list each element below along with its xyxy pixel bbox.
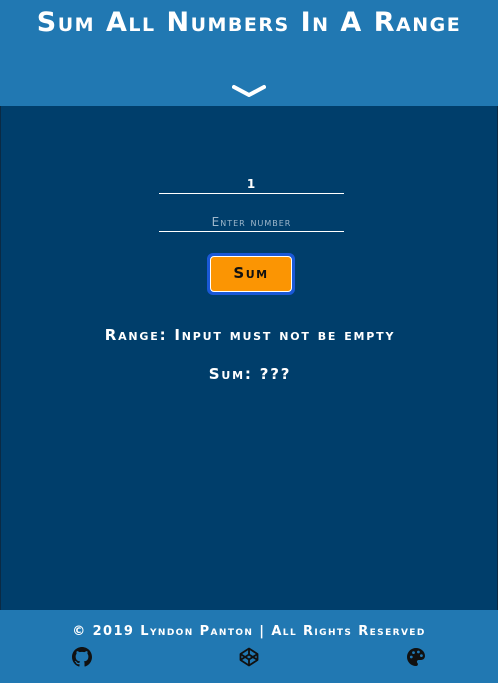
calculator-panel: Sum Range: Input must not be empty Sum: … (0, 106, 498, 610)
github-icon[interactable] (72, 647, 92, 667)
page-header: Sum All Numbers In A Range (0, 0, 498, 106)
sum-button[interactable]: Sum (207, 253, 295, 295)
sum-button-label: Sum (210, 256, 292, 292)
sum-result-text: Sum: ??? (208, 365, 292, 383)
page-title: Sum All Numbers In A Range (36, 7, 462, 38)
copyright-text: © 2019 Lyndon Panton | All Rights Reserv… (72, 624, 426, 639)
page-footer: © 2019 Lyndon Panton | All Rights Reserv… (0, 610, 498, 683)
range-end-input[interactable] (159, 212, 344, 232)
range-result-text: Range: Input must not be empty (104, 326, 396, 344)
codepen-icon[interactable] (239, 647, 259, 667)
range-start-input[interactable] (159, 174, 344, 194)
chevron-down-icon[interactable] (232, 84, 266, 98)
app-page: Sum All Numbers In A Range Sum Range: In… (0, 0, 498, 683)
palette-icon[interactable] (406, 647, 426, 667)
